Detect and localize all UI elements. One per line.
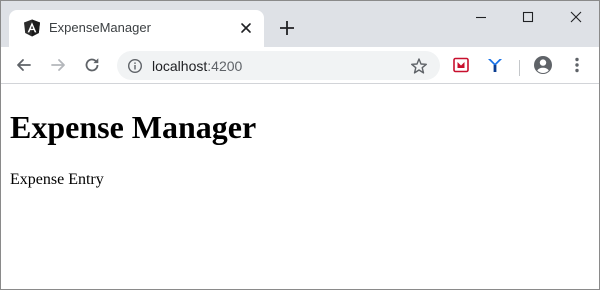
window-close-icon[interactable] [566,7,586,27]
profile-avatar-icon[interactable] [533,55,553,75]
page-title: Expense Manager [10,109,257,145]
toolbar-separator [519,60,520,76]
tab-title: ExpenseManager [49,20,151,35]
url-host: localhost [152,58,208,74]
back-arrow-icon[interactable] [14,55,34,75]
reload-icon[interactable] [82,55,102,75]
extension-y-icon[interactable] [485,55,505,75]
tab-expensemanager[interactable]: ExpenseManager [9,10,264,47]
browser-toolbar: localhost:4200 [1,47,599,84]
minimize-icon[interactable] [471,7,491,27]
angular-icon [24,19,40,37]
address-bar[interactable]: localhost:4200 [117,51,440,80]
more-menu-icon[interactable] [567,55,587,75]
url-port: :4200 [207,58,243,74]
new-tab-plus-icon[interactable] [277,18,297,38]
close-icon[interactable] [238,20,254,36]
expense-entry-text: Expense Entry [10,171,104,188]
bookmark-star-icon[interactable] [410,57,428,75]
page-content: Expense Manager Expense Entry [1,85,599,289]
extension-shield-icon[interactable] [451,55,471,75]
forward-arrow-icon[interactable] [48,55,68,75]
tab-strip: ExpenseManager [1,1,599,47]
maximize-icon[interactable] [518,7,538,27]
url-text[interactable]: localhost:4200 [152,58,242,74]
info-icon[interactable] [127,58,143,74]
browser-window: ExpenseManager localhost:4200 Expense Ma… [0,0,600,290]
